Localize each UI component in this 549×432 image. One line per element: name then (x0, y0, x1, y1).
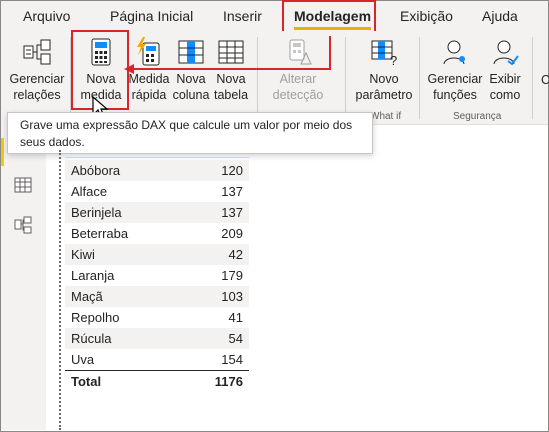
row-value: 137 (221, 184, 243, 199)
change-detection-label-1: Alterar (279, 72, 317, 86)
row-value: 154 (221, 352, 243, 367)
data-view-icon[interactable] (13, 175, 33, 195)
model-view-icon[interactable] (13, 215, 33, 235)
row-name: Rúcula (71, 331, 112, 346)
tab-ajuda[interactable]: Ajuda (482, 8, 518, 24)
table-row: Abóbora 120 (65, 160, 249, 181)
row-value: 41 (228, 310, 243, 325)
table-row: Repolho 41 (65, 307, 249, 328)
left-nav (1, 124, 46, 430)
tooltip-line-1: Grave uma expressão DAX que calcule um v… (20, 118, 353, 132)
quick-measure-label-1: Medida (128, 72, 170, 86)
ribbon-separator (419, 37, 420, 119)
table-total-row: Total 1176 (65, 370, 249, 392)
manage-roles-icon (443, 40, 465, 65)
canvas-left-border (59, 150, 61, 430)
manage-roles-button[interactable]: Gerenciar funções (426, 31, 484, 111)
manage-relationships-label-2: relações (13, 88, 61, 102)
new-parameter-label-1: Novo (369, 72, 399, 86)
new-parameter-button[interactable]: ? Novo parâmetro (351, 31, 417, 111)
row-value: 137 (221, 205, 243, 220)
quick-measure-label-2: rápida (131, 88, 167, 102)
svg-text:?: ? (390, 53, 397, 67)
table-row: Kiwi 42 (65, 244, 249, 265)
row-value: 179 (221, 268, 243, 283)
new-parameter-label-2: parâmetro (355, 88, 413, 102)
new-table-label-1: Nova (216, 72, 246, 86)
table-row: Alface 137 (65, 181, 249, 202)
table-top-border (65, 157, 249, 158)
tab-arquivo[interactable]: Arquivo (23, 8, 70, 24)
manage-relationships-label-1: Gerenciar (9, 72, 65, 86)
change-detection-label-2: detecção (272, 88, 324, 102)
group-label-seguranca: Segurança (453, 111, 502, 122)
tab-pagina-inicial[interactable]: Página Inicial (110, 8, 193, 24)
row-value: 120 (221, 163, 243, 178)
row-name: Uva (71, 352, 95, 367)
group-label-whatif: What if (370, 111, 402, 122)
ribbon-separator (345, 37, 346, 119)
nav-active-indicator (1, 138, 4, 166)
row-name: Abóbora (71, 163, 121, 178)
new-table-label-2: tabela (213, 88, 249, 102)
tooltip-line-2: seus dados. (20, 135, 85, 149)
row-name: Alface (71, 184, 108, 199)
new-column-label-1: Nova (176, 72, 206, 86)
row-name: Maçã (71, 289, 103, 304)
manage-roles-label-1: Gerenciar (427, 72, 483, 86)
new-parameter-icon: ? (371, 40, 397, 67)
view-as-label-2: como (489, 88, 521, 102)
annotation-arrow (124, 36, 331, 74)
total-value: 1176 (214, 374, 243, 389)
table-row: Beterraba 209 (65, 223, 249, 244)
row-value: 103 (221, 289, 243, 304)
row-value: 54 (228, 331, 243, 346)
table-row: Rúcula 54 (65, 328, 249, 349)
manage-roles-label-2: funções (433, 88, 477, 102)
total-label: Total (71, 374, 102, 389)
row-name: Repolho (71, 310, 120, 325)
view-as-icon (493, 40, 519, 66)
relationships-icon (23, 39, 51, 65)
tab-exibicao[interactable]: Exibição (400, 8, 453, 24)
view-as-label-1: Exibir (489, 72, 521, 86)
new-measure-tooltip: Grave uma expressão DAX que calcule um v… (7, 112, 373, 154)
new-column-label-2: coluna (172, 88, 210, 102)
ribbon-overflow-glyph: C (541, 73, 549, 87)
table-row: Maçã 103 (65, 286, 249, 307)
manage-relationships-button[interactable]: Gerenciar relações (5, 31, 69, 111)
row-name: Kiwi (71, 247, 95, 262)
tab-inserir[interactable]: Inserir (223, 8, 262, 24)
view-as-button[interactable]: Exibir como (484, 31, 526, 111)
table-row: Uva 154 (65, 349, 249, 370)
table-row: Berinjela 137 (65, 202, 249, 223)
row-value: 42 (228, 247, 243, 262)
ribbon-tab-bar: Arquivo Página Inicial Inserir Modelagem… (1, 1, 548, 31)
row-name: Beterraba (71, 226, 129, 241)
row-value: 209 (221, 226, 243, 241)
table-row: Laranja 179 (65, 265, 249, 286)
ribbon-separator (532, 37, 533, 119)
row-name: Laranja (71, 268, 115, 283)
row-name: Berinjela (71, 205, 122, 220)
